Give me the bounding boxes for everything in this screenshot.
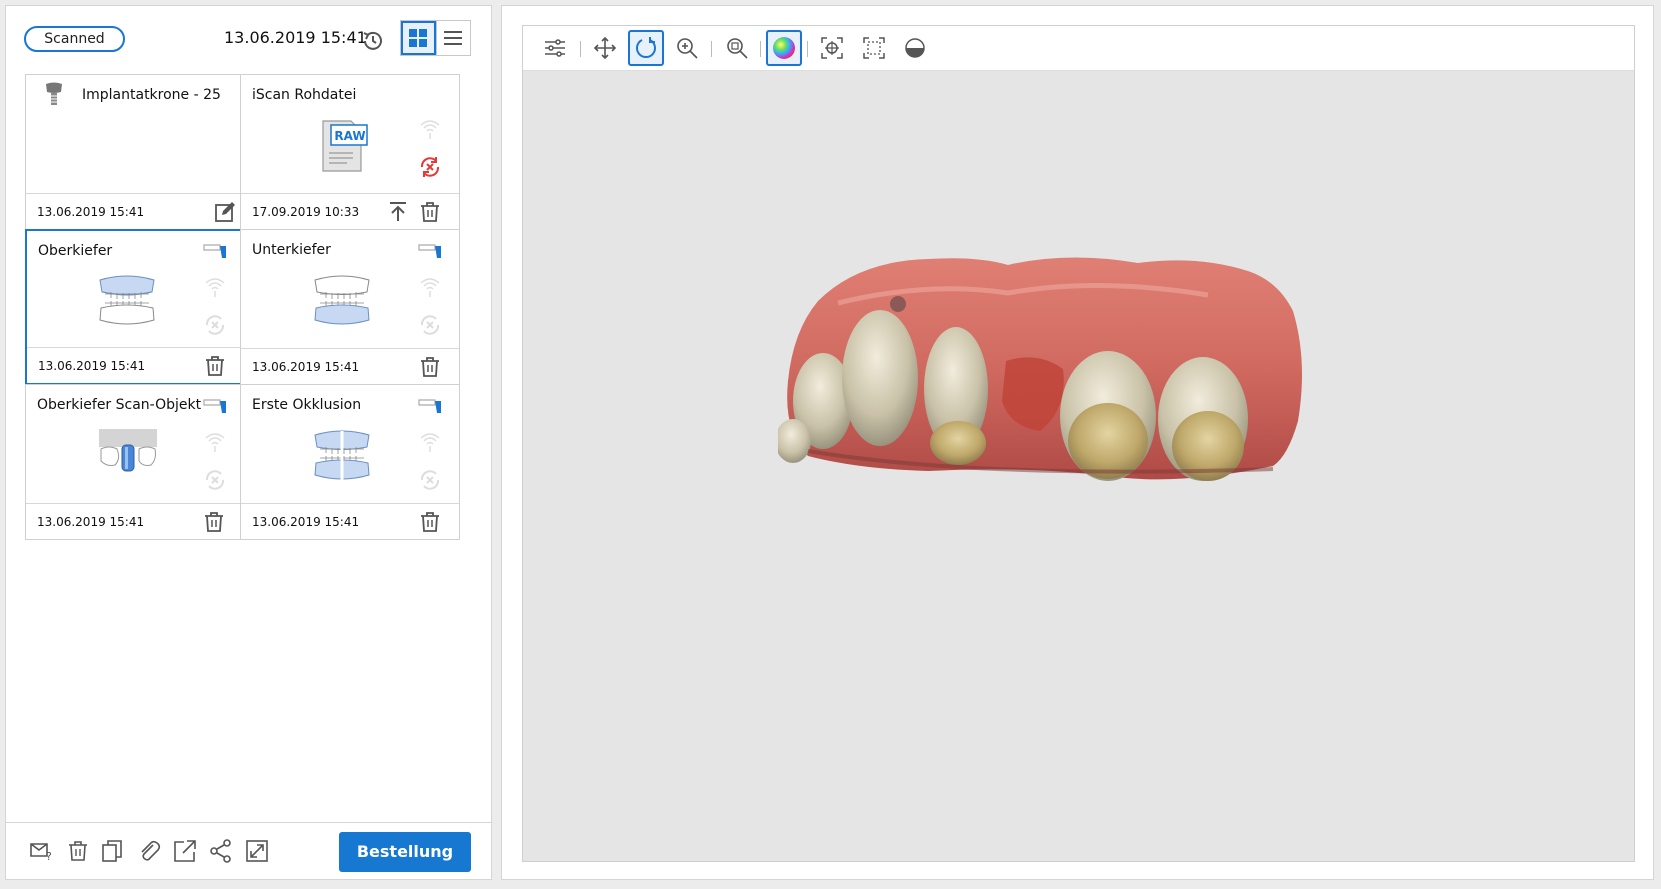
- select-region-icon: [863, 37, 885, 59]
- raw-label: RAW: [334, 129, 366, 143]
- grid-view-button[interactable]: [401, 21, 436, 55]
- zoom-in-button[interactable]: [669, 30, 705, 66]
- viewer-panel: [501, 5, 1654, 880]
- card-upper-scan-object[interactable]: Oberkiefer Scan-Objekt 13.06.2019 15:41: [25, 384, 245, 540]
- toolbar-divider: [807, 41, 808, 57]
- order-button[interactable]: Bestellung: [339, 832, 471, 872]
- tooth-implant-icon: [46, 82, 62, 105]
- viewer-toolbar: [523, 26, 1634, 71]
- wireless-icon: [420, 433, 440, 452]
- copy-icon[interactable]: [100, 838, 126, 864]
- zoom-fit-icon: [727, 38, 748, 59]
- wireless-icon: [205, 433, 225, 452]
- mail-help-icon[interactable]: ?: [29, 838, 55, 864]
- case-datetime: 13.06.2019 15:41: [224, 28, 367, 47]
- raw-file-icon: [322, 120, 368, 172]
- export-icon[interactable]: [172, 838, 198, 864]
- toolbar-divider: [580, 41, 581, 57]
- scanner-icon: [203, 399, 226, 413]
- card-footer: 13.06.2019 15:41: [241, 503, 459, 539]
- pan-button[interactable]: [587, 30, 623, 66]
- scan-body-illustration: [99, 429, 157, 472]
- half-circle-button[interactable]: [897, 30, 933, 66]
- half-circle-icon: [905, 38, 925, 58]
- status-badge: Scanned: [24, 26, 125, 52]
- upper-jaw-illustration: [99, 275, 155, 325]
- card-iscan-raw[interactable]: iScan Rohdatei RAW 17.09.2019 10:33: [240, 74, 460, 230]
- wireless-icon: [420, 278, 440, 297]
- zoom-fit-button[interactable]: [719, 30, 755, 66]
- card-date: 13.06.2019 15:41: [38, 359, 146, 373]
- card-title: Erste Okklusion: [252, 397, 362, 413]
- expand-icon[interactable]: [244, 838, 270, 864]
- list-view-button[interactable]: [435, 21, 470, 55]
- lower-jaw-illustration: [314, 275, 370, 325]
- card-lower-jaw[interactable]: Unterkiefer 13.06.2019 15:41: [240, 229, 460, 385]
- rotate-icon: [636, 37, 656, 59]
- card-implant-crown[interactable]: Implantatkrone - 25 13.06.2019 15:41: [25, 74, 245, 230]
- pan-icon: [593, 36, 617, 60]
- trash-icon[interactable]: [418, 510, 442, 534]
- card-footer: 13.06.2019 15:41: [26, 193, 244, 229]
- card-title: Oberkiefer Scan-Objekt: [37, 397, 202, 413]
- trash-icon[interactable]: [418, 200, 442, 224]
- card-title: Implantatkrone - 25: [82, 87, 221, 103]
- card-date: 13.06.2019 15:41: [37, 205, 145, 219]
- scanner-icon: [418, 244, 441, 258]
- sync-error-icon[interactable]: [418, 155, 442, 179]
- scanner-icon: [203, 244, 226, 258]
- card-footer: 13.06.2019 15:41: [26, 503, 244, 539]
- color-texture-icon: [773, 37, 795, 59]
- card-title: Oberkiefer: [38, 243, 113, 259]
- settings-button[interactable]: [537, 30, 573, 66]
- trash-icon[interactable]: [203, 354, 227, 378]
- toolbar-divider: [760, 41, 761, 57]
- card-footer: 13.06.2019 15:41: [27, 347, 243, 383]
- trash-icon[interactable]: [418, 355, 442, 379]
- 3d-viewport[interactable]: [522, 25, 1635, 862]
- upload-icon[interactable]: [386, 200, 410, 224]
- sync-disabled-icon: [420, 470, 440, 490]
- card-date: 17.09.2019 10:33: [252, 205, 360, 219]
- focus-target-button[interactable]: [814, 30, 850, 66]
- scanner-icon: [418, 399, 441, 413]
- grid-view-icon: [409, 29, 428, 47]
- sync-disabled-icon: [205, 470, 225, 490]
- card-title: iScan Rohdatei: [252, 87, 357, 103]
- card-first-occlusion[interactable]: Erste Okklusion 13.06.2019 15:41: [240, 384, 460, 540]
- history-button[interactable]: [360, 28, 386, 54]
- sync-disabled-icon: [420, 315, 440, 335]
- trash-icon[interactable]: [65, 838, 91, 864]
- sync-disabled-icon: [205, 315, 225, 335]
- case-panel: Scanned 13.06.2019 15:41 Implantatkrone …: [5, 5, 492, 880]
- color-texture-button[interactable]: [766, 30, 802, 66]
- view-toggle: [400, 20, 471, 56]
- zoom-in-icon: [677, 38, 698, 59]
- card-footer: 13.06.2019 15:41: [241, 348, 459, 384]
- select-region-button[interactable]: [856, 30, 892, 66]
- wireless-icon: [420, 120, 440, 139]
- card-date: 13.06.2019 15:41: [252, 360, 360, 374]
- toolbar-divider: [711, 41, 712, 57]
- attach-icon[interactable]: [136, 838, 162, 864]
- card-date: 13.06.2019 15:41: [37, 515, 145, 529]
- occlusion-illustration: [314, 430, 370, 481]
- list-view-icon: [444, 31, 463, 45]
- rotate-button[interactable]: [628, 30, 664, 66]
- edit-icon[interactable]: [213, 200, 237, 224]
- card-title: Unterkiefer: [252, 242, 331, 258]
- trash-icon[interactable]: [202, 510, 226, 534]
- action-bar: ? Bestellung: [6, 822, 491, 879]
- card-footer: 17.09.2019 10:33: [241, 193, 459, 229]
- card-date: 13.06.2019 15:41: [252, 515, 360, 529]
- share-icon[interactable]: [208, 838, 234, 864]
- wireless-icon: [205, 278, 225, 297]
- history-icon: [363, 31, 382, 50]
- card-upper-jaw[interactable]: Oberkiefer 13.06.2019 15:41: [25, 229, 245, 385]
- focus-target-icon: [821, 37, 843, 59]
- settings-sliders-icon: [545, 39, 565, 57]
- svg-text:?: ?: [46, 850, 52, 863]
- dental-scan-model[interactable]: [778, 241, 1318, 496]
